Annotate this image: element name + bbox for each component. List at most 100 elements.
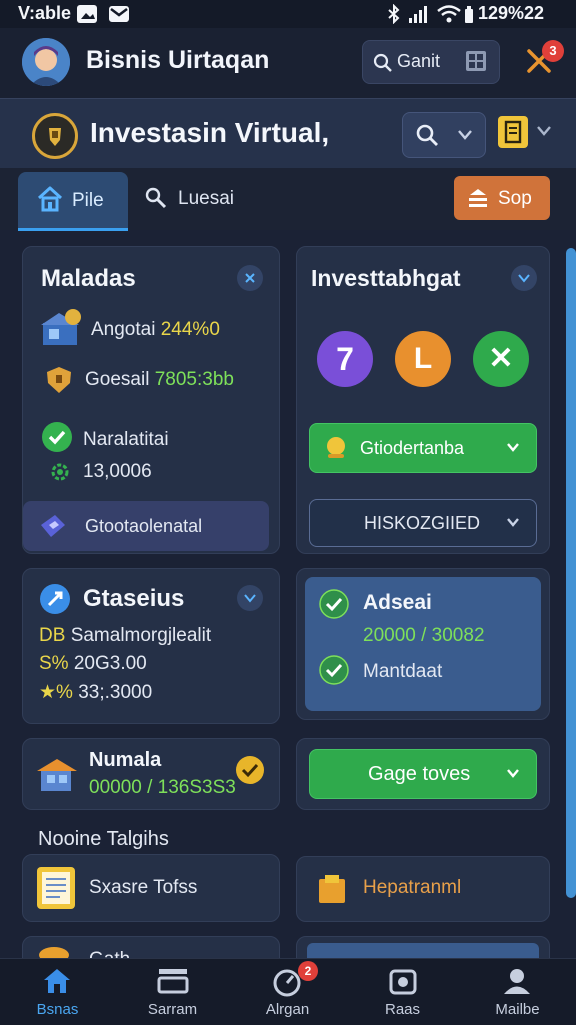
profile-icon bbox=[504, 969, 530, 994]
list-icon bbox=[157, 969, 189, 994]
check-circle-icon bbox=[42, 422, 72, 452]
shop-icon bbox=[37, 759, 77, 791]
sort-button[interactable]: Sop bbox=[454, 176, 550, 220]
investabhgat-green-dropdown[interactable]: Gtiodertanba bbox=[309, 423, 537, 473]
badge-purple[interactable]: 7 bbox=[317, 331, 373, 387]
gtaseius-row3: ★% 33;.3000 bbox=[39, 681, 152, 704]
row-label: Samalmorgjlealit bbox=[70, 625, 212, 646]
app-header: Bisnis Uirtaqan Ganit 3 bbox=[0, 28, 576, 98]
card-gage: Gage toves bbox=[296, 738, 550, 810]
investabhgat-outline-dropdown[interactable]: HISKOZGIIED bbox=[309, 499, 537, 547]
row-value: 244%0 bbox=[160, 319, 220, 340]
row-prefix: S% bbox=[39, 653, 69, 674]
rocket-icon bbox=[40, 584, 70, 614]
adseai-panel: Adseai 20000 / 30082 Mantdaat bbox=[305, 577, 541, 711]
chevron-down-icon bbox=[507, 443, 519, 452]
section-search-dropdown[interactable] bbox=[402, 112, 486, 158]
row-value: 33;.3000 bbox=[78, 682, 153, 703]
scrollbar[interactable] bbox=[566, 248, 576, 898]
collapse-button[interactable] bbox=[237, 265, 263, 291]
maladas-action-label: Gtootaolenatal bbox=[85, 516, 203, 536]
nav-label: Bsnas bbox=[36, 1001, 79, 1018]
tab-pile[interactable]: Pile bbox=[18, 172, 128, 231]
check-circle-icon bbox=[319, 589, 349, 619]
tab-luesai[interactable]: Luesai bbox=[144, 186, 254, 216]
image-icon bbox=[77, 5, 97, 23]
coin-icon bbox=[327, 437, 345, 458]
nav-label: Sarram bbox=[147, 1001, 198, 1018]
notification-badge: 3 bbox=[542, 40, 564, 62]
nav-item-raas[interactable]: Raas bbox=[345, 959, 460, 1025]
tab-pile-label: Pile bbox=[72, 190, 104, 211]
check-circle-icon[interactable] bbox=[235, 755, 265, 785]
row-label: Goesail bbox=[85, 369, 150, 390]
card-title: Maladas bbox=[41, 265, 136, 292]
mail-icon bbox=[109, 6, 129, 22]
card-hepa[interactable]: Hepatranml bbox=[296, 856, 550, 922]
chevron-down-icon[interactable] bbox=[536, 125, 552, 137]
nav-item-sarram[interactable]: Sarram bbox=[115, 959, 230, 1025]
app-title: Bisnis Uirtaqan bbox=[86, 46, 270, 74]
avatar[interactable] bbox=[22, 38, 70, 86]
search-icon bbox=[416, 124, 438, 146]
row-label: Angotai bbox=[91, 319, 156, 340]
green-dropdown-label: Gtiodertanba bbox=[360, 438, 465, 458]
numala-value: 00000 / 136S3S3 bbox=[89, 777, 236, 798]
search-icon bbox=[145, 187, 167, 209]
gtaseius-row1: DB Samalmorgjlealit bbox=[39, 625, 211, 647]
section-heading: Nooine Talgihs bbox=[38, 828, 169, 850]
gtaseius-row2: S% 20G3.00 bbox=[39, 653, 147, 675]
nav-label: Raas bbox=[384, 1001, 421, 1018]
home-icon bbox=[37, 186, 63, 212]
coin-icon bbox=[32, 113, 78, 159]
card-gtaseius: Gtaseius DB Samalmorgjlealit S% 20G3.00 … bbox=[22, 568, 280, 724]
collapse-button[interactable] bbox=[511, 265, 537, 291]
chevron-down-icon bbox=[518, 274, 530, 283]
nav-item-alrgan[interactable]: 2 Alrgan bbox=[230, 959, 345, 1025]
gage-button[interactable]: Gage toves bbox=[309, 749, 537, 799]
card-investabhgat: Investtabhgat 7 L ✕ Gtiodertanba HISKOZG… bbox=[296, 246, 550, 554]
header-search-button[interactable]: Ganit bbox=[362, 40, 500, 84]
folder-icon bbox=[319, 875, 345, 903]
maladas-action-button[interactable]: Gtootaolenatal bbox=[23, 501, 269, 551]
grid-icon bbox=[466, 51, 486, 71]
card-title: Numala bbox=[89, 749, 162, 771]
row-prefix: ★% bbox=[39, 682, 73, 703]
shield-icon bbox=[47, 367, 71, 393]
nav-badge: 2 bbox=[298, 961, 318, 981]
search-icon bbox=[373, 53, 392, 72]
section-title: Investasin Virtual, bbox=[90, 117, 330, 148]
maladas-row1: Angotai 244%0 bbox=[91, 319, 220, 341]
row-prefix: DB bbox=[39, 625, 66, 646]
chevron-down-icon bbox=[244, 594, 256, 603]
outline-dropdown-label: HISKOZGIIED bbox=[364, 513, 481, 533]
sort-icon bbox=[469, 189, 487, 207]
wallet-icon bbox=[41, 515, 65, 537]
card-title: Investtabhgat bbox=[311, 265, 461, 291]
status-left-text: V:able bbox=[18, 3, 72, 23]
tab-luesai-label: Luesai bbox=[178, 188, 234, 209]
gage-button-label: Gage toves bbox=[368, 763, 471, 785]
status-bar: V:able 129%22 bbox=[0, 0, 576, 28]
signal-icon bbox=[409, 6, 427, 23]
document-button[interactable] bbox=[498, 116, 528, 148]
document-icon bbox=[37, 867, 75, 909]
row-value: 20G3.00 bbox=[73, 653, 147, 674]
maladas-row2: Goesail 7805:3bb bbox=[85, 369, 234, 391]
badge-green[interactable]: ✕ bbox=[473, 331, 529, 387]
badge-orange[interactable]: L bbox=[395, 331, 451, 387]
card-moone-item[interactable]: Sxasre Tofss bbox=[22, 854, 280, 922]
nav-item-mailbe[interactable]: Mailbe bbox=[460, 959, 575, 1025]
chevron-down-icon bbox=[458, 130, 472, 140]
nav-item-bsnas[interactable]: Bsnas bbox=[0, 959, 115, 1025]
gear-icon bbox=[51, 463, 69, 481]
moone-item-label: Sxasre Tofss bbox=[89, 877, 198, 898]
maladas-row3-label: Naralatitai bbox=[83, 429, 169, 450]
collapse-button[interactable] bbox=[237, 585, 263, 611]
nav-label: Alrgan bbox=[265, 1001, 310, 1018]
wifi-icon bbox=[437, 5, 461, 23]
bluetooth-icon bbox=[388, 4, 400, 24]
home-icon bbox=[44, 969, 70, 993]
row-value: 7805:3bb bbox=[154, 369, 234, 390]
maladas-row3-value: 13,0006 bbox=[83, 461, 152, 482]
